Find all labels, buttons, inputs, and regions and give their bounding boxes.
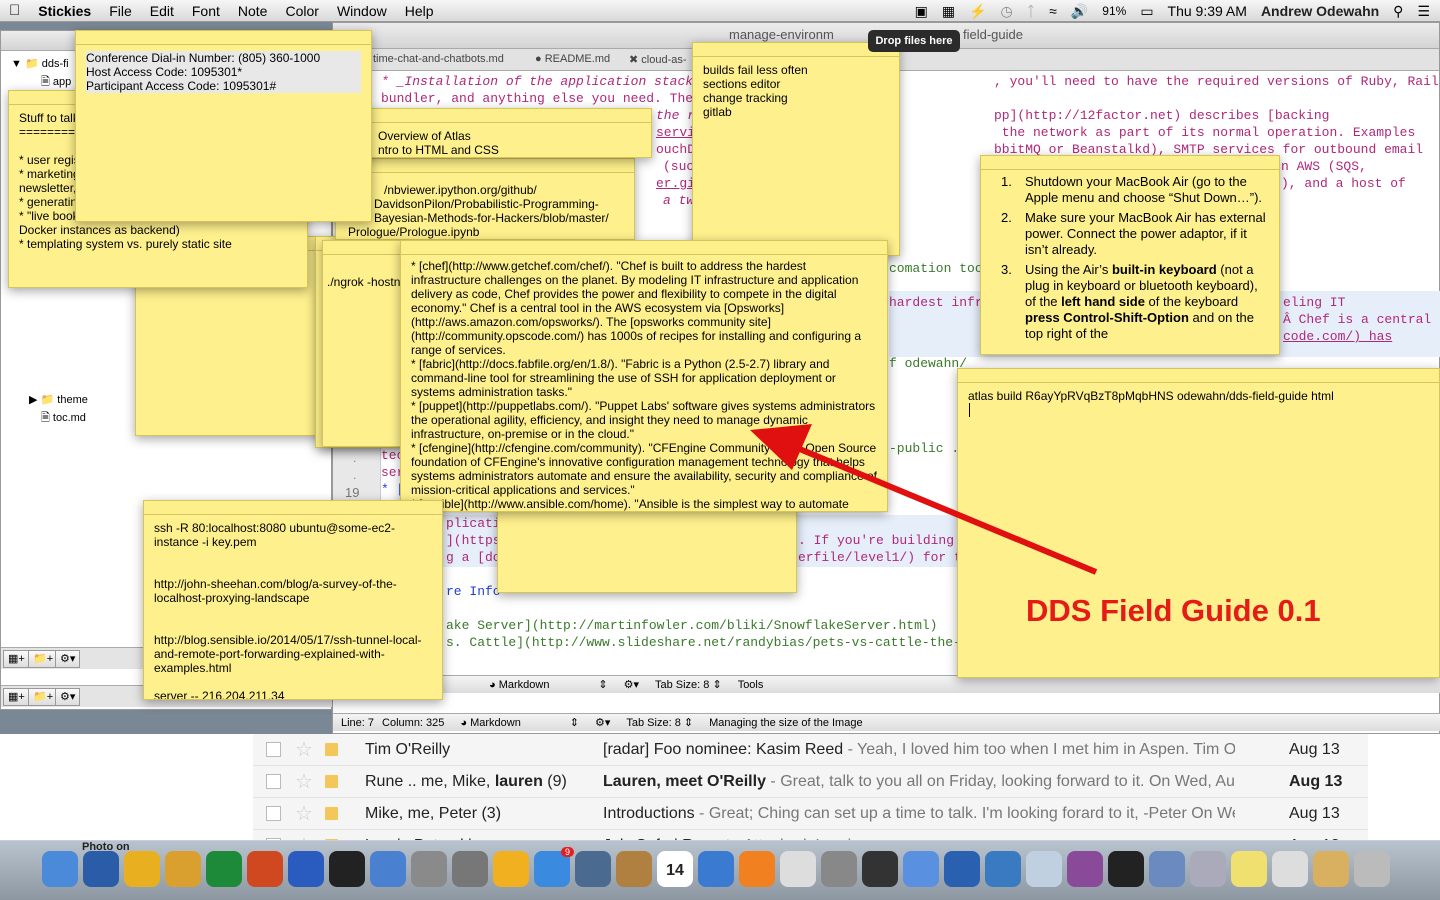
packages-icon[interactable] bbox=[1313, 851, 1349, 887]
preview-icon[interactable] bbox=[1026, 851, 1062, 887]
word-icon[interactable] bbox=[288, 851, 324, 887]
chrome-icon[interactable] bbox=[124, 851, 160, 887]
excel-icon[interactable] bbox=[206, 851, 242, 887]
arrow-shaft bbox=[788, 442, 1098, 575]
transmit-icon[interactable] bbox=[165, 851, 201, 887]
textmate-icon[interactable] bbox=[1067, 851, 1103, 887]
app-store-icon[interactable]: 9 bbox=[534, 847, 574, 887]
drive-icon[interactable] bbox=[1272, 851, 1308, 887]
globe-icon[interactable] bbox=[944, 851, 980, 887]
itunes-icon[interactable] bbox=[698, 851, 734, 887]
ibooks-icon[interactable] bbox=[739, 851, 775, 887]
screen-icon[interactable] bbox=[862, 851, 898, 887]
battery-percent[interactable]: 91% bbox=[1102, 4, 1126, 18]
battery-icon[interactable]: ▭ bbox=[1140, 3, 1153, 20]
activity-monitor-icon[interactable] bbox=[1108, 851, 1144, 887]
menu-app-name[interactable]: Stickies bbox=[29, 3, 100, 19]
box-icon[interactable] bbox=[1149, 851, 1185, 887]
wifi-icon[interactable]: ≈ bbox=[1049, 3, 1057, 19]
arrow-head bbox=[750, 424, 812, 470]
list-icon[interactable]: ☰ bbox=[1417, 3, 1430, 20]
safari-icon[interactable] bbox=[985, 851, 1021, 887]
menu-window[interactable]: Window bbox=[328, 3, 396, 19]
bluetooth-icon[interactable]: ᛏ bbox=[1027, 3, 1035, 19]
trash-icon[interactable] bbox=[1354, 851, 1390, 887]
menu-font[interactable]: Font bbox=[183, 3, 229, 19]
powerpoint-icon[interactable] bbox=[247, 851, 283, 887]
calendar-icon[interactable]: 14 bbox=[657, 851, 693, 887]
user-name[interactable]: Andrew Odewahn bbox=[1261, 3, 1379, 19]
download-icon[interactable] bbox=[370, 851, 406, 887]
bolt-icon[interactable] bbox=[493, 851, 529, 887]
no-entry-icon[interactable] bbox=[780, 851, 816, 887]
photo-booth-icon[interactable] bbox=[83, 851, 119, 887]
camera-icon[interactable] bbox=[575, 851, 611, 887]
menu-edit[interactable]: Edit bbox=[141, 3, 183, 19]
notification-badge: 9 bbox=[560, 847, 574, 857]
terminal-icon[interactable] bbox=[329, 851, 365, 887]
time-machine-icon[interactable]: ◷ bbox=[1001, 3, 1013, 20]
dock: Photo on 9 14 bbox=[0, 840, 1440, 900]
xcode-icon[interactable] bbox=[903, 851, 939, 887]
volume-icon[interactable]: 🔊 bbox=[1071, 3, 1088, 20]
menu-bar:  Stickies File Edit Font Note Color Win… bbox=[0, 0, 1440, 22]
mail-icon[interactable] bbox=[616, 851, 652, 887]
finder-icon[interactable] bbox=[42, 851, 78, 887]
rocket-icon[interactable] bbox=[452, 851, 488, 887]
trash-can-icon[interactable] bbox=[411, 851, 447, 887]
menu-note[interactable]: Note bbox=[229, 3, 277, 19]
apple-icon[interactable]:  bbox=[0, 2, 29, 19]
grid-icon[interactable]: ▦ bbox=[942, 3, 955, 20]
menu-file[interactable]: File bbox=[100, 3, 141, 19]
bolt-icon[interactable]: ⚡ bbox=[969, 3, 986, 20]
menu-color[interactable]: Color bbox=[276, 3, 327, 19]
red-arrow-annotation bbox=[750, 424, 1098, 575]
search-icon[interactable]: ⚲ bbox=[1393, 3, 1403, 20]
menu-help[interactable]: Help bbox=[396, 3, 443, 19]
evernote-icon[interactable]: ▣ bbox=[915, 3, 928, 20]
stickies-icon[interactable] bbox=[1231, 851, 1267, 887]
system-prefs-icon[interactable] bbox=[821, 851, 857, 887]
clock[interactable]: Thu 9:39 AM bbox=[1168, 3, 1247, 19]
photos-icon[interactable] bbox=[1190, 851, 1226, 887]
